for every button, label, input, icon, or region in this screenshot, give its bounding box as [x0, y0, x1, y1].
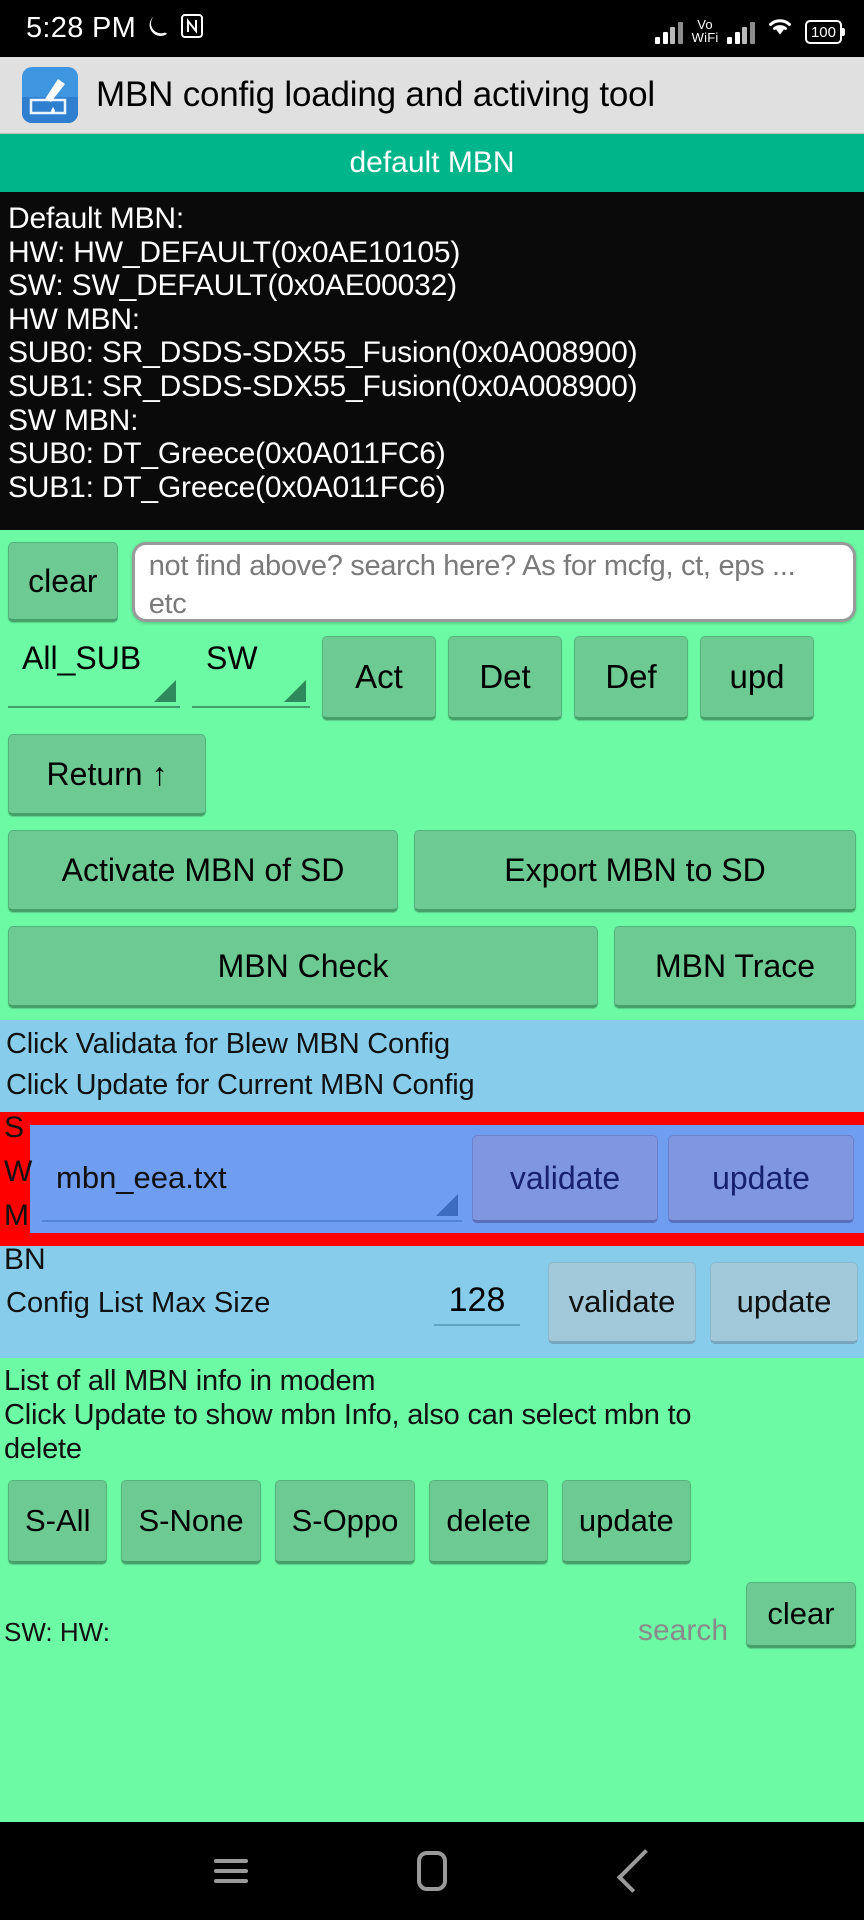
- list-footer-row: SW: HW: search clear: [0, 1564, 864, 1648]
- upd-button[interactable]: upd: [700, 636, 814, 720]
- search-input-placeholder: not find above? search here? As for mcfg…: [148, 550, 796, 620]
- sub-select-value: All_SUB: [22, 640, 142, 676]
- mbn-check-button[interactable]: MBN Check: [8, 926, 598, 1008]
- mbn-file-row: mbn_eea.txt validate update: [30, 1125, 864, 1233]
- list-action-row: S-All S-None S-Oppo delete update: [0, 1466, 864, 1564]
- occluded-char: S: [4, 1111, 25, 1144]
- cellular-signal-icon: [655, 20, 683, 44]
- info-line: HW MBN:: [8, 302, 140, 336]
- recents-button[interactable]: [201, 1841, 261, 1901]
- config-section: Click Validata for Blew MBN Config Click…: [0, 1020, 864, 1358]
- page-title: MBN config loading and activing tool: [96, 75, 655, 114]
- select-oppo-button[interactable]: S-Oppo: [274, 1480, 416, 1564]
- info-line: HW: HW_DEFAULT(0x0AE10105): [8, 235, 461, 269]
- sub-select-spinner[interactable]: All_SUB: [8, 636, 180, 708]
- select-none-button[interactable]: S-None: [121, 1480, 261, 1564]
- info-line: Default MBN:: [8, 202, 184, 235]
- type-select-value: SW: [206, 640, 258, 676]
- red-highlight-box: mbn_eea.txt validate update: [0, 1112, 864, 1246]
- vowifi-line2: WiFi: [691, 30, 719, 45]
- return-button[interactable]: Return ↑: [8, 734, 206, 816]
- file-validate-button[interactable]: validate: [472, 1135, 658, 1223]
- info-line: SUB1: SR_DSDS-SDX55_Fusion(0x0A008900): [8, 369, 638, 403]
- search-row: clear not find above? search here? As fo…: [0, 530, 864, 622]
- config-list-max-size-field: 128: [284, 1281, 534, 1326]
- home-icon: [416, 1851, 447, 1891]
- mbn-file-spinner[interactable]: mbn_eea.txt: [42, 1136, 462, 1222]
- mbn-file-value: mbn_eea.txt: [56, 1160, 227, 1195]
- config-list-max-size-row: Config List Max Size 128 validate update: [0, 1246, 864, 1358]
- maxsize-validate-button[interactable]: validate: [548, 1262, 696, 1344]
- list-update-button[interactable]: update: [561, 1480, 691, 1564]
- mbn-list-section: List of all MBN info in modem Click Upda…: [0, 1358, 864, 1648]
- info-line: SUB0: SR_DSDS-SDX55_Fusion(0x0A008900): [8, 336, 638, 370]
- status-time: 5:28 PM: [26, 12, 137, 44]
- info-line: SUB1: DT_Greece(0x0A011FC6): [8, 470, 446, 504]
- sd-row: Activate MBN of SD Export MBN to SD: [0, 816, 864, 912]
- validate-hint-line: Click Validata for Blew MBN Config: [6, 1028, 450, 1060]
- act-button[interactable]: Act: [322, 636, 436, 720]
- mbn-action-row: All_SUB SW Act Det Def upd: [0, 622, 864, 720]
- mbn-tool-app-icon: [22, 67, 78, 123]
- app-root: 5:28 PM Vo WiFi 100 MBN config loading a…: [0, 0, 864, 1920]
- file-update-button[interactable]: update: [668, 1135, 854, 1223]
- title-bar: MBN config loading and activing tool: [0, 57, 864, 134]
- list-hint-line-3: delete: [4, 1433, 82, 1465]
- check-row: MBN Check MBN Trace: [0, 912, 864, 1020]
- battery-indicator: 100: [804, 20, 846, 44]
- default-mbn-header: default MBN: [0, 134, 864, 192]
- occluded-char: BN: [4, 1243, 46, 1276]
- def-button[interactable]: Def: [574, 636, 688, 720]
- nfc-icon: [180, 12, 204, 45]
- info-line: SW: SW_DEFAULT(0x0AE00032): [8, 269, 457, 303]
- list-footer-right: search clear: [638, 1582, 856, 1648]
- type-select-spinner[interactable]: SW: [192, 636, 310, 708]
- status-bar-left: 5:28 PM: [26, 12, 204, 45]
- wifi-icon: [764, 13, 796, 44]
- occluded-char: M: [4, 1199, 29, 1232]
- select-all-button[interactable]: S-All: [8, 1480, 108, 1564]
- config-list-max-size-label: Config List Max Size: [6, 1286, 271, 1319]
- back-chevron-icon: [617, 1849, 661, 1893]
- search-input[interactable]: not find above? search here? As for mcfg…: [131, 542, 856, 622]
- back-button[interactable]: [603, 1841, 663, 1901]
- activate-mbn-of-sd-button[interactable]: Activate MBN of SD: [8, 830, 398, 912]
- cellular-signal-icon-2: [727, 20, 755, 44]
- do-not-disturb-moon-icon: [145, 12, 171, 45]
- info-line: SW MBN:: [8, 403, 139, 437]
- mbn-info-panel: Default MBN: HW: HW_DEFAULT(0x0AE10105) …: [0, 192, 864, 530]
- update-hint-line: Click Update for Current MBN Config: [6, 1069, 475, 1101]
- config-list-max-size-input[interactable]: 128: [434, 1281, 520, 1326]
- home-button[interactable]: [402, 1841, 462, 1901]
- vowifi-icon: Vo WiFi: [692, 18, 719, 44]
- maxsize-update-button[interactable]: update: [710, 1262, 858, 1344]
- clear-search-button[interactable]: clear: [8, 542, 118, 622]
- list-hint-line-1: List of all MBN info in modem: [4, 1365, 376, 1397]
- list-search-input[interactable]: search: [638, 1614, 728, 1648]
- list-hint-line-2: Click Update to show mbn Info, also can …: [4, 1399, 692, 1431]
- occluded-char: W: [4, 1155, 33, 1188]
- status-bar-right: Vo WiFi 100: [655, 13, 846, 44]
- det-button[interactable]: Det: [448, 636, 562, 720]
- default-mbn-header-label: default MBN: [349, 146, 515, 179]
- hamburger-recents-icon: [213, 1853, 248, 1889]
- delete-button[interactable]: delete: [429, 1480, 548, 1564]
- occluded-text-column: S W M BN: [4, 1106, 46, 1282]
- sw-hw-label: SW: HW:: [4, 1617, 110, 1647]
- list-clear-button[interactable]: clear: [746, 1582, 856, 1648]
- info-line: SUB0: DT_Greece(0x0A011FC6): [8, 437, 446, 471]
- mbn-trace-button[interactable]: MBN Trace: [614, 926, 856, 1008]
- return-row: Return ↑: [0, 720, 864, 816]
- system-navigation-bar: [0, 1822, 864, 1920]
- status-bar: 5:28 PM Vo WiFi 100: [0, 0, 864, 57]
- export-mbn-to-sd-button[interactable]: Export MBN to SD: [414, 830, 856, 912]
